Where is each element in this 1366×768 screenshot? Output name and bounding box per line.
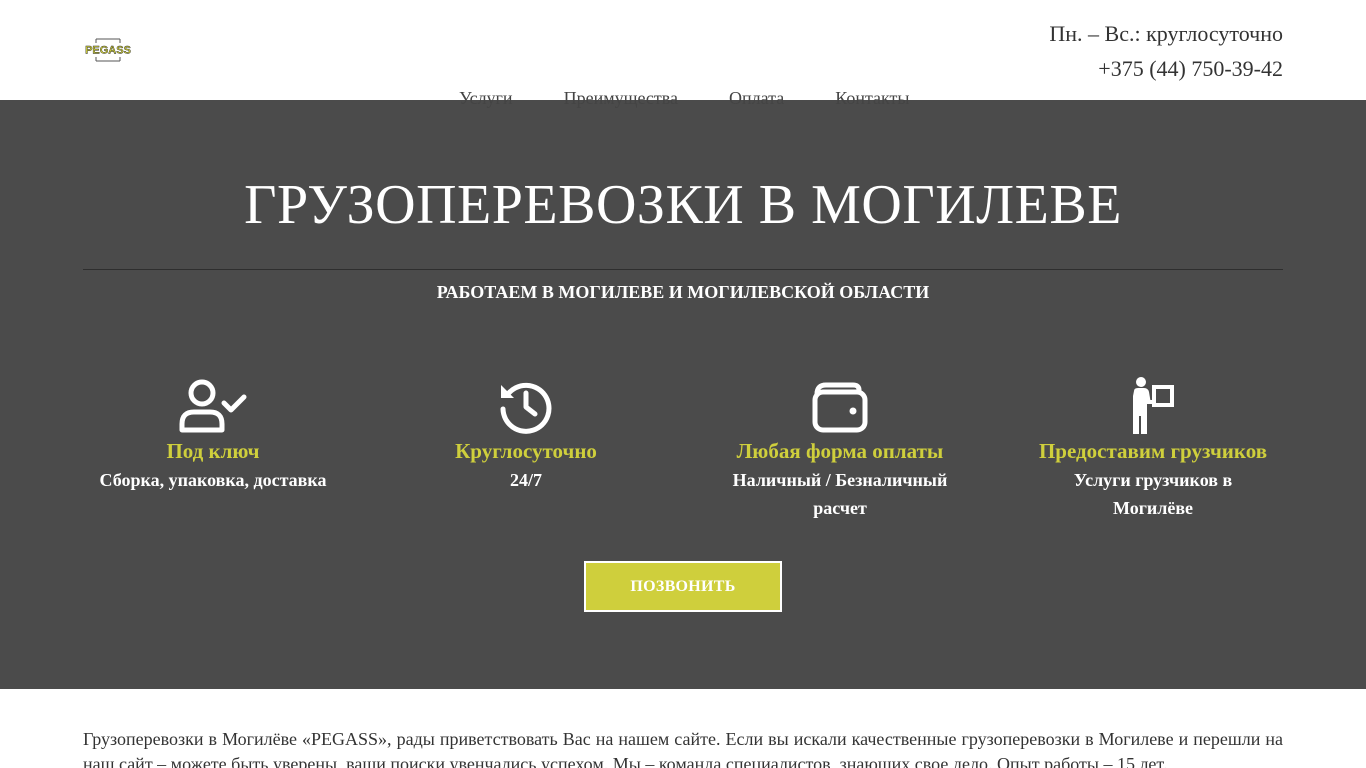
nav-item-payment[interactable]: Оплата	[729, 88, 784, 109]
features-row: Под ключ Сборка, упаковка, доставка Круг…	[56, 376, 1310, 526]
feature-desc: Услуги грузчиков в Могилёве	[1073, 470, 1233, 518]
svg-text:PEGASS: PEGASS	[85, 45, 131, 57]
feature-payment: Любая форма оплаты Наличный / Безналичны…	[683, 376, 997, 522]
history-clock-icon	[500, 382, 552, 434]
contact-info: Пн. – Вс.: круглосуточно +375 (44) 750-3…	[1049, 16, 1283, 86]
feature-title: Круглосуточно	[455, 439, 597, 463]
call-button[interactable]: ПОЗВОНИТЬ	[584, 561, 782, 612]
feature-turnkey: Под ключ Сборка, упаковка, доставка	[56, 376, 370, 494]
pegass-logo[interactable]: PEGASS	[83, 36, 133, 64]
phone-number[interactable]: +375 (44) 750-39-42	[1049, 51, 1283, 86]
feature-desc: Наличный / Безналичный расчет	[732, 470, 948, 518]
site-header: PEGASS Пн. – Вс.: круглосуточно +375 (44…	[0, 0, 1366, 100]
nav-item-services[interactable]: Услуги	[459, 88, 513, 109]
hero-subtitle: РАБОТАЕМ В МОГИЛЕВЕ И МОГИЛЕВСКОЙ ОБЛАСТ…	[436, 282, 930, 302]
wallet-icon	[812, 382, 868, 433]
feature-desc: 24/7	[509, 470, 542, 490]
logo-mark: PEGASS	[85, 38, 131, 62]
page-title: ГРУЗОПЕРЕВОЗКИ В МОГИЛЕВЕ	[244, 174, 1122, 236]
loader-person-box-icon	[1133, 377, 1174, 434]
user-check-icon	[179, 379, 247, 433]
hero-divider	[83, 269, 1283, 270]
feature-24-7: Круглосуточно 24/7	[369, 376, 683, 494]
working-hours: Пн. – Вс.: круглосуточно	[1049, 21, 1283, 46]
intro-paragraph: Грузоперевозки в Могилёве «PEGASS», рады…	[83, 729, 1283, 768]
feature-title: Предоставим грузчиков	[1038, 439, 1268, 463]
feature-movers: Предоставим грузчиков Услуги грузчиков в…	[996, 376, 1310, 522]
feature-desc: Сборка, упаковка, доставка	[99, 470, 327, 490]
main-nav: Услуги Преимущества Оплата Контакты	[459, 88, 910, 109]
hero-section: ГРУЗОПЕРЕВОЗКИ В МОГИЛЕВЕ РАБОТАЕМ В МОГ…	[0, 100, 1366, 689]
feature-title: Любая форма оплаты	[736, 439, 944, 463]
nav-item-contacts[interactable]: Контакты	[835, 88, 909, 109]
feature-title: Под ключ	[166, 439, 260, 463]
nav-item-advantages[interactable]: Преимущества	[564, 88, 678, 109]
